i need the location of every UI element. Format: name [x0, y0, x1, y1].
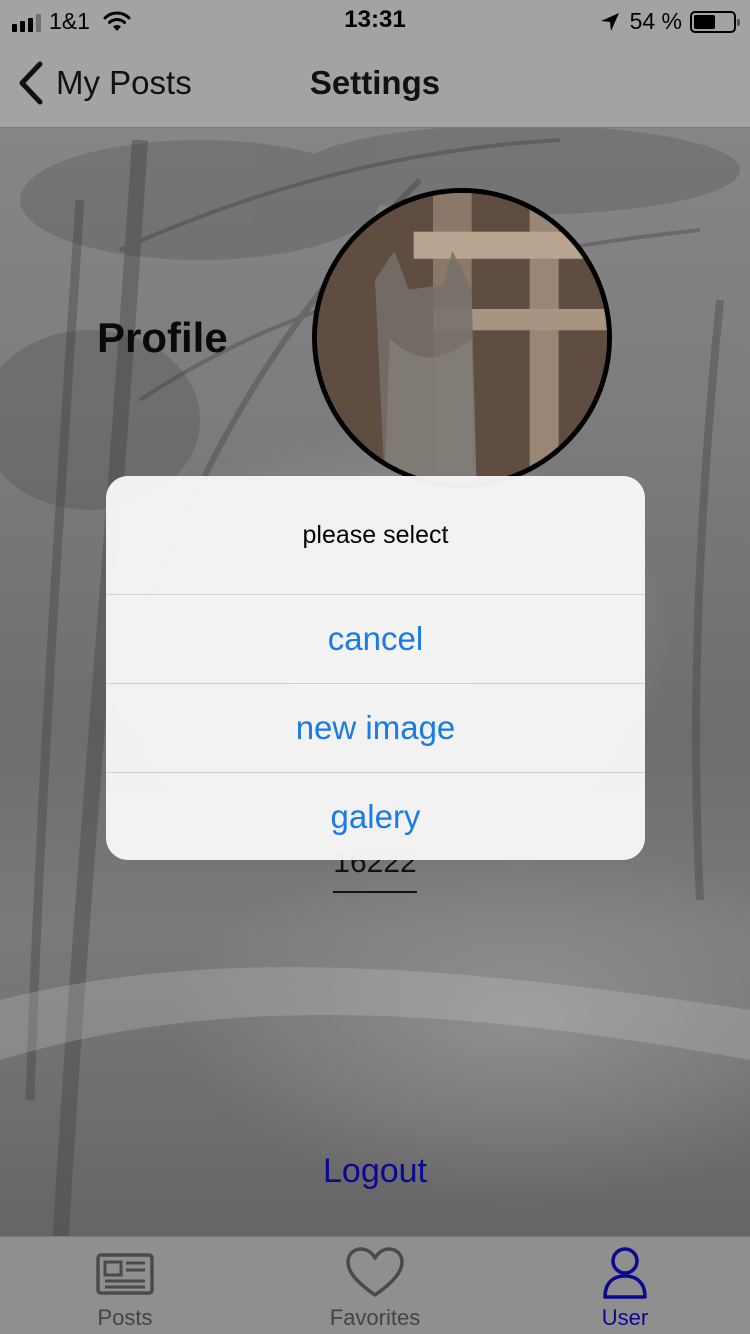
- status-right-group: 54 %: [600, 8, 740, 35]
- logout-button[interactable]: Logout: [0, 1152, 750, 1191]
- tab-favorites-label: Favorites: [329, 1305, 421, 1330]
- tab-posts-label: Posts: [97, 1305, 153, 1330]
- battery-fill: [694, 14, 715, 29]
- alert-cancel-button[interactable]: cancel: [106, 594, 645, 683]
- avatar[interactable]: [312, 188, 612, 488]
- tab-favorites[interactable]: Favorites: [250, 1237, 500, 1334]
- tab-posts[interactable]: Posts: [0, 1237, 250, 1334]
- tab-bar: Posts Favorites User: [0, 1236, 750, 1334]
- avatar-photo: [317, 193, 607, 483]
- navigation-bar: My Posts Settings: [0, 40, 750, 128]
- action-alert-dialog: please select cancel new image galery: [106, 476, 645, 860]
- profile-heading: Profile: [97, 314, 228, 361]
- tab-user[interactable]: User: [500, 1237, 750, 1334]
- status-bar: 1&1 13:31 54 %: [0, 0, 750, 40]
- location-arrow-icon: [600, 12, 619, 31]
- alert-message: please select: [302, 520, 449, 549]
- battery-percentage: 54 %: [629, 8, 682, 34]
- heart-icon: [346, 1247, 404, 1297]
- alert-gallery-button[interactable]: galery: [106, 772, 645, 860]
- battery-icon: [690, 10, 740, 33]
- user-icon: [603, 1247, 647, 1299]
- alert-new-image-button[interactable]: new image: [106, 683, 645, 772]
- tab-user-label: User: [601, 1305, 649, 1330]
- page-title: Settings: [309, 64, 441, 101]
- field-underline: [333, 891, 417, 893]
- newspaper-icon: [96, 1253, 154, 1295]
